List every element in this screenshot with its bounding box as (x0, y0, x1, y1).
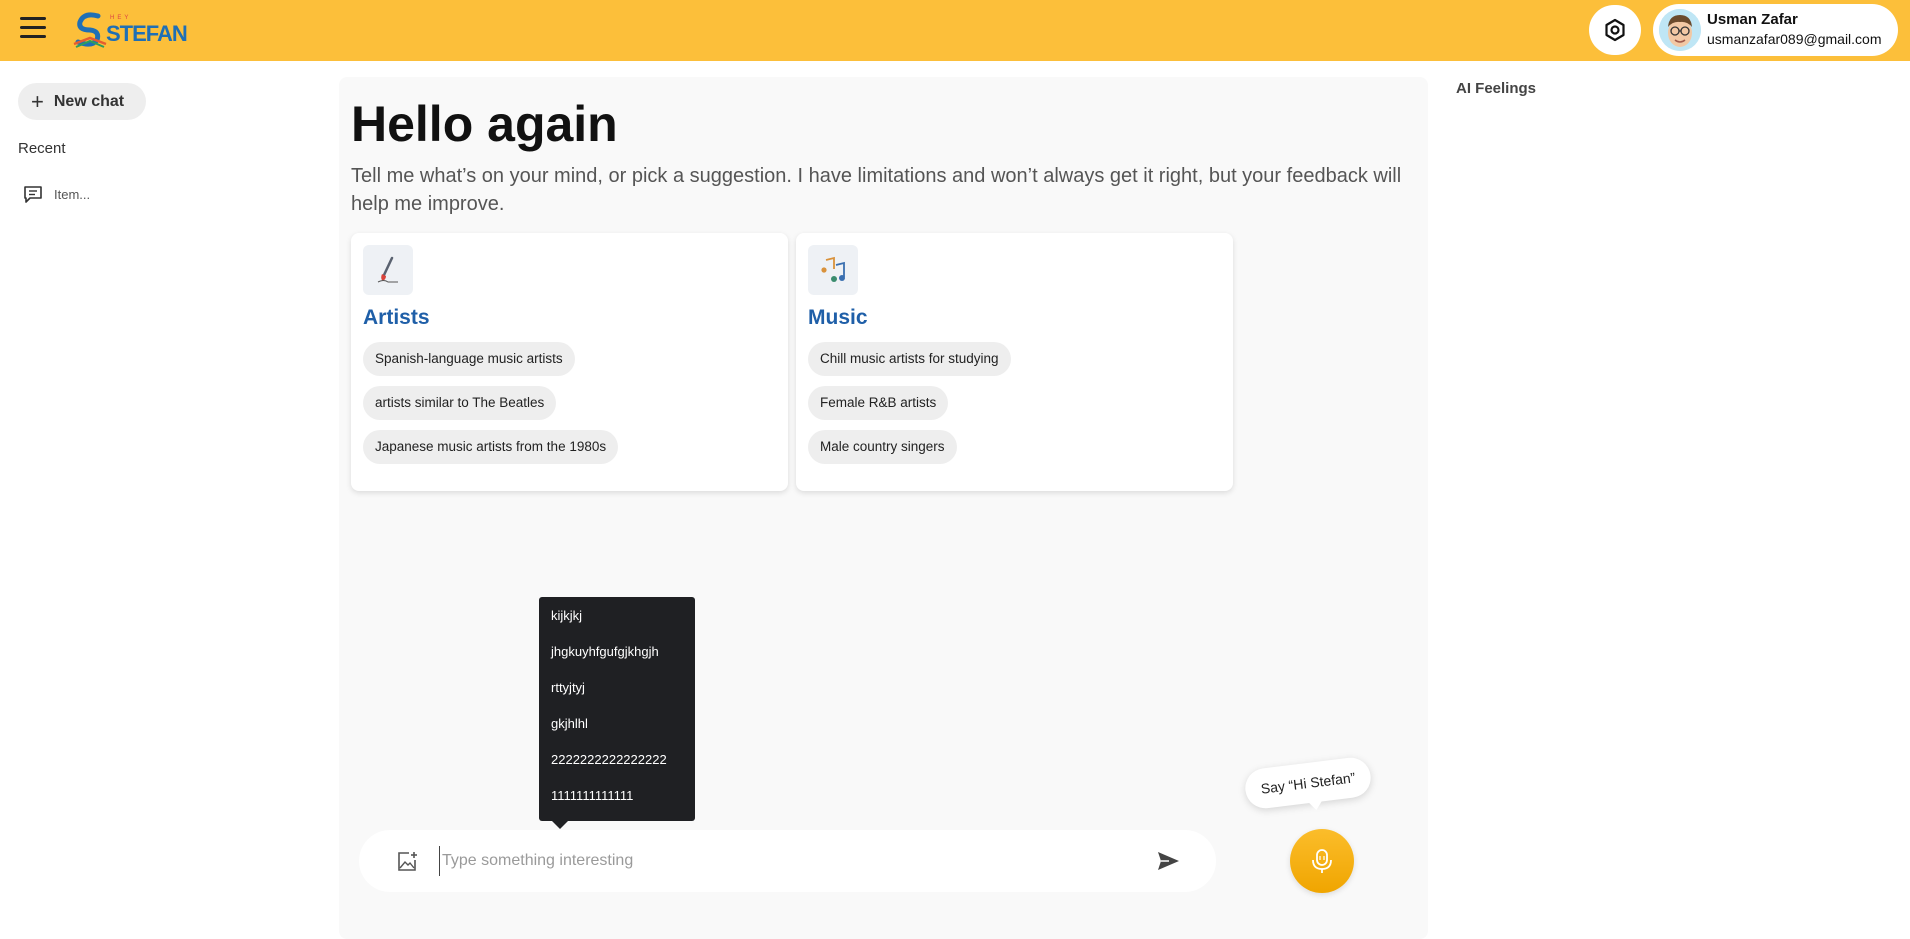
avatar (1659, 9, 1701, 51)
send-icon (1158, 852, 1179, 870)
ai-feelings-title: AI Feelings (1456, 80, 1537, 97)
add-image-button[interactable] (395, 850, 419, 874)
message-input-bar (359, 830, 1216, 892)
new-chat-button[interactable]: + New chat (18, 83, 146, 120)
suggestion-card-artists: Artists Spanish-language music artists a… (351, 233, 788, 491)
user-email: usmanzafar089@gmail.com (1707, 31, 1882, 47)
history-popup-menu: kijkjkj jhgkuyhfgufgjkhgjh rttyjtyj gkjh… (539, 597, 695, 821)
plus-icon: + (31, 88, 44, 114)
music-notes-icon (808, 245, 858, 295)
settings-icon (1605, 18, 1625, 42)
microphone-button[interactable] (1290, 829, 1354, 893)
microphone-icon (1312, 849, 1332, 873)
send-button[interactable] (1155, 848, 1181, 874)
popup-menu-item[interactable]: 2222222222222222 (539, 749, 695, 785)
card-title-artists: Artists (363, 306, 430, 329)
hamburger-menu-icon[interactable] (20, 17, 46, 39)
popup-menu-item[interactable]: kijkjkj (539, 605, 695, 641)
popup-menu-item[interactable]: rttyjtyj (539, 677, 695, 713)
add-image-icon (398, 852, 417, 871)
suggestion-chip[interactable]: Female R&B artists (808, 386, 949, 420)
suggestion-chip[interactable]: Male country singers (808, 430, 957, 464)
memoji-avatar-icon (1659, 9, 1701, 51)
recent-chat-label: Item... (54, 186, 91, 202)
suggestion-chip[interactable]: Japanese music artists from the 1980s (363, 430, 619, 464)
popup-menu-item[interactable]: gkjhlhl (539, 713, 695, 749)
new-chat-label: New chat (53, 92, 125, 110)
message-input[interactable] (439, 846, 1139, 876)
paintbrush-icon (363, 245, 413, 295)
popup-menu-item[interactable]: jhgkuyhfgufgjkhgjh (539, 641, 695, 677)
logo-mark-icon (73, 12, 107, 48)
logo-text: STEFAN (106, 21, 188, 46)
page-title: Hello again (351, 96, 618, 152)
intro-text: Tell me what’s on your mind, or pick a s… (351, 165, 1402, 215)
card-title-music: Music (808, 306, 868, 329)
settings-button[interactable] (1589, 5, 1641, 55)
app-logo[interactable]: HEY STEFAN (70, 8, 188, 52)
chat-icon (24, 186, 42, 203)
suggestion-chip[interactable]: Spanish-language music artists (363, 342, 575, 376)
user-name: Usman Zafar (1707, 11, 1798, 28)
top-header-bar: HEY STEFAN Usman Zafar usmanzafar089@gma… (0, 0, 1910, 61)
popup-arrow (551, 820, 569, 829)
recent-section-label: Recent (18, 140, 66, 157)
suggestion-chip[interactable]: artists similar to The Beatles (363, 386, 557, 420)
suggestion-chip[interactable]: Chill music artists for studying (808, 342, 1011, 376)
recent-chat-item[interactable]: Item... (22, 183, 90, 205)
suggestion-card-music: Music Chill music artists for studying F… (796, 233, 1233, 491)
user-profile-chip[interactable]: Usman Zafar usmanzafar089@gmail.com (1653, 4, 1898, 56)
popup-menu-item[interactable]: 1111111111111 (539, 785, 695, 821)
